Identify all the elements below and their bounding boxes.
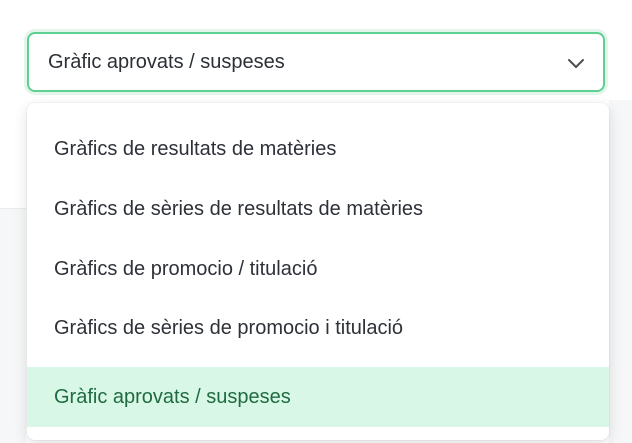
- dropdown-option[interactable]: Gràfics de sèries de promocio i titulaci…: [27, 298, 609, 358]
- chart-type-select[interactable]: Gràfic aprovats / suspeses: [27, 32, 605, 92]
- chevron-down-icon: [568, 59, 584, 68]
- dropdown-option[interactable]: Gràfics de sèries de resultats de matèri…: [27, 179, 609, 239]
- background-panel-left: [0, 100, 26, 209]
- chart-type-dropdown-menu: Gràfics de resultats de matèries Gràfics…: [27, 103, 609, 440]
- dropdown-option[interactable]: Gràfics de promocio / titulació: [27, 239, 609, 299]
- dropdown-option-selected[interactable]: Gràfic aprovats / suspeses: [27, 367, 609, 427]
- select-current-value: Gràfic aprovats / suspeses: [48, 51, 285, 73]
- background-panel-left-lower: [0, 209, 26, 443]
- background-panel-right: [609, 100, 632, 443]
- dropdown-option[interactable]: Gràfics de resultats de matèries: [27, 119, 609, 179]
